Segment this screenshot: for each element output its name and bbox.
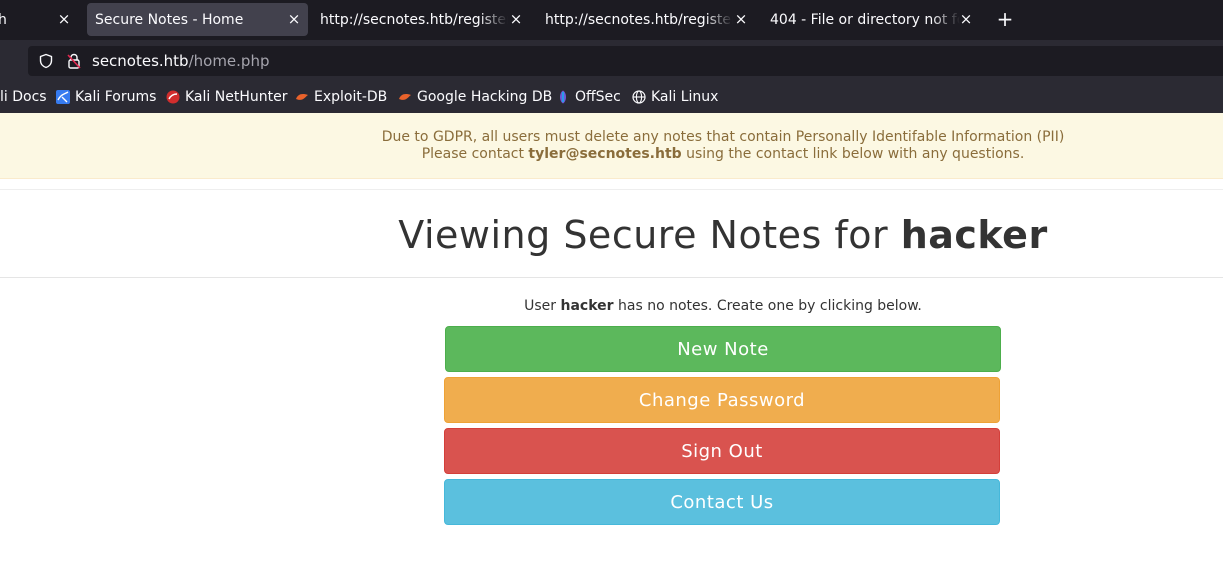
tab-4-close-icon[interactable]: × [958, 10, 974, 28]
new-tab-button[interactable]: + [994, 8, 1016, 30]
tab-1-active[interactable]: Secure Notes - Home × [87, 3, 308, 36]
tab-0-close-icon[interactable]: × [56, 10, 72, 28]
offsec-icon [556, 90, 570, 104]
tab-3-title: http://secnotes.htb/register.php [545, 11, 733, 28]
empty-suffix: has no notes. Create one by clicking bel… [613, 298, 922, 314]
tab-4-title: 404 - File or directory not found. [770, 11, 960, 28]
bookmarks-toolbar: li Docs Kali Forums Kali NetHunter Explo… [0, 81, 1223, 113]
tab-2[interactable]: http://secnotes.htb/register.php × [312, 3, 530, 36]
kali-forums-icon [56, 90, 70, 104]
contact-us-button[interactable]: Contact Us [444, 479, 1000, 525]
notice-email: tyler@secnotes.htb [528, 146, 682, 162]
notice-line-1: Due to GDPR, all users must delete any n… [381, 129, 1065, 145]
page-title-username: hacker [900, 213, 1048, 257]
tracking-shield-icon[interactable] [38, 53, 54, 73]
bookmark-label: Kali Forums [75, 89, 157, 105]
bookmark-label: Google Hacking DB [417, 89, 553, 105]
bookmark-kali-docs[interactable]: li Docs [0, 88, 47, 106]
ghdb-icon [398, 90, 412, 104]
bookmark-exploit-db[interactable]: Exploit-DB [295, 88, 387, 106]
tab-0-title: h [0, 11, 7, 28]
exploit-db-icon [295, 90, 309, 104]
tab-2-close-icon[interactable]: × [508, 10, 524, 28]
empty-notes-message: User hacker has no notes. Create one by … [0, 298, 1223, 314]
url-bar[interactable]: secnotes.htb/home.php [28, 46, 1223, 76]
url-path: /home.php [188, 52, 270, 70]
empty-prefix: User [524, 298, 561, 314]
notice-prefix: Please contact [421, 146, 529, 162]
bookmark-label: li Docs [0, 89, 47, 105]
new-note-button[interactable]: New Note [445, 326, 1001, 372]
page-title: Viewing Secure Notes for hacker [0, 213, 1223, 257]
change-password-button[interactable]: Change Password [444, 377, 1000, 423]
nethunter-icon [166, 90, 180, 104]
tab-1-close-icon[interactable]: × [286, 10, 302, 28]
tab-2-title: http://secnotes.htb/register.php [320, 11, 508, 28]
url-text[interactable]: secnotes.htb/home.php [92, 52, 269, 70]
bookmark-label: Kali NetHunter [185, 89, 288, 105]
bookmark-label: Exploit-DB [314, 89, 388, 105]
bookmark-kali-nethunter[interactable]: Kali NetHunter [166, 88, 287, 106]
bookmark-label: OffSec [575, 89, 621, 105]
navigation-bar: secnotes.htb/home.php [0, 40, 1223, 81]
bookmark-label: Kali Linux [651, 89, 719, 105]
tab-3-close-icon[interactable]: × [733, 10, 749, 28]
divider [0, 189, 1223, 190]
bookmark-google-hacking-db[interactable]: Google Hacking DB [398, 88, 552, 106]
tab-4[interactable]: 404 - File or directory not found. × [762, 3, 980, 36]
notice-suffix: using the contact link below with any qu… [681, 146, 1025, 162]
tab-strip: h × Secure Notes - Home × http://secnote… [0, 0, 1223, 40]
empty-username: hacker [560, 298, 614, 314]
tab-3[interactable]: http://secnotes.htb/register.php × [537, 3, 755, 36]
sign-out-button[interactable]: Sign Out [444, 428, 1000, 474]
gdpr-notice: Due to GDPR, all users must delete any n… [0, 113, 1223, 179]
bookmark-kali-linux[interactable]: Kali Linux [632, 88, 718, 106]
tab-0[interactable]: h × [0, 3, 78, 36]
bookmark-offsec[interactable]: OffSec [556, 88, 621, 106]
bookmark-kali-forums[interactable]: Kali Forums [56, 88, 156, 106]
notice-line-2: Please contact tyler@secnotes.htb using … [0, 146, 1223, 162]
page-title-prefix: Viewing Secure Notes for [398, 213, 901, 257]
globe-icon [632, 90, 646, 104]
url-host: secnotes.htb [92, 52, 189, 70]
divider [0, 277, 1223, 278]
tab-1-title: Secure Notes - Home [95, 11, 244, 28]
insecure-lock-icon[interactable] [66, 52, 82, 74]
